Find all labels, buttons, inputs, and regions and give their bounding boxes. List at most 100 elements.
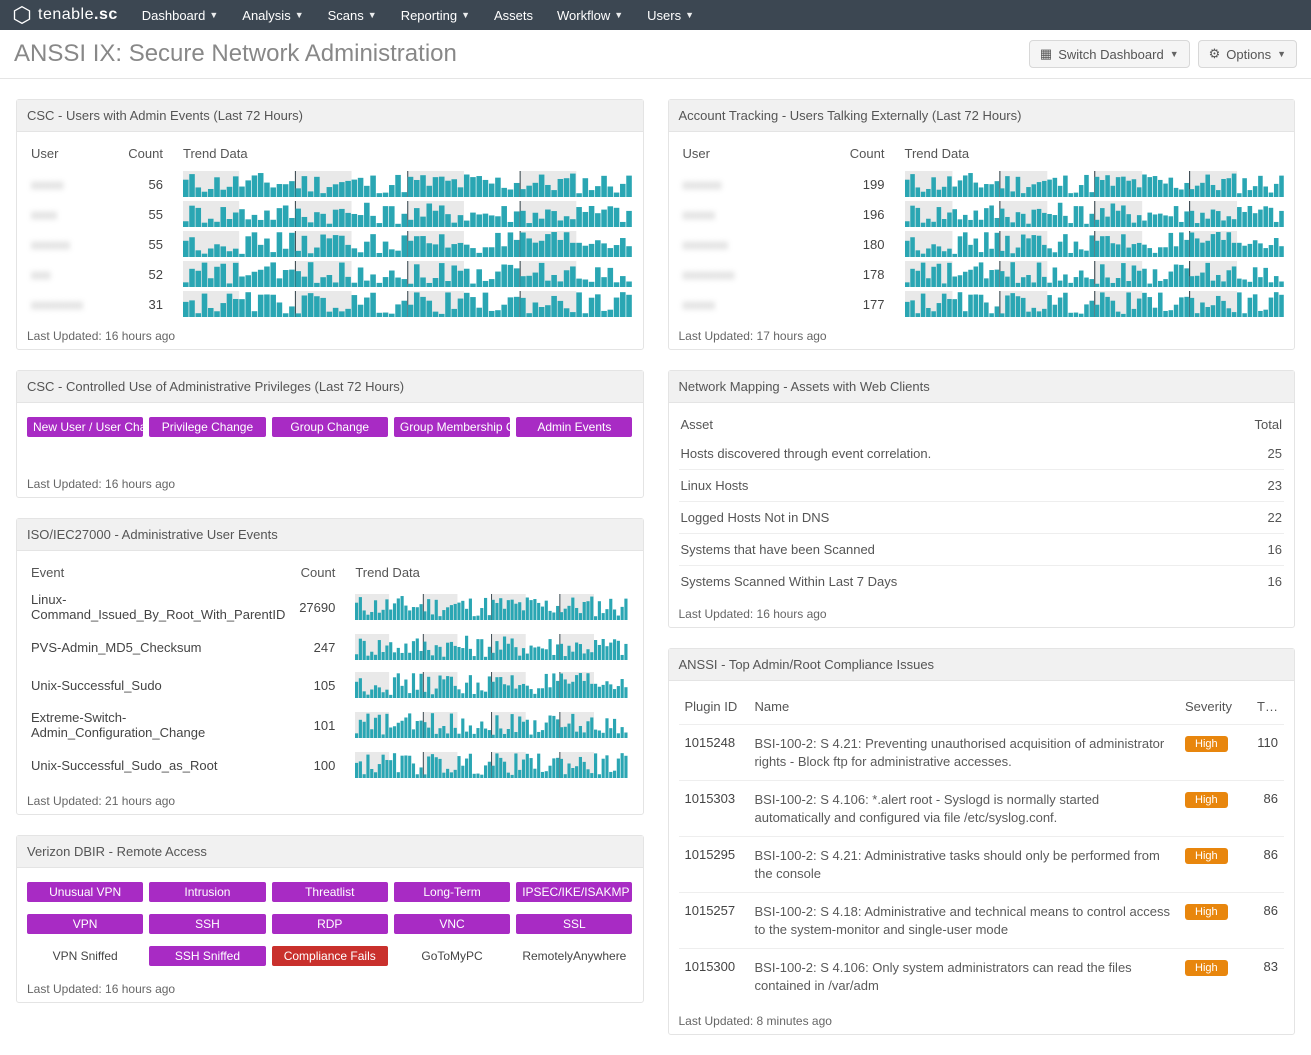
pill[interactable]: Unusual VPN [27, 882, 143, 902]
cell-trend [339, 704, 632, 746]
panel-title: Verizon DBIR - Remote Access [17, 836, 643, 868]
nav-item-scans[interactable]: Scans▼ [328, 8, 377, 23]
pill[interactable]: SSH [149, 914, 265, 934]
cell-count: 27690 [289, 586, 339, 628]
cell-plugin-id: 1015257 [679, 893, 749, 949]
cell-total: 83 [1249, 949, 1284, 1005]
panel-title: CSC - Users with Admin Events (Last 72 H… [17, 100, 643, 132]
asset-total: 25 [1268, 446, 1282, 461]
cell-name: BSI-100-2: S 4.106: *.alert root - Syslo… [749, 781, 1180, 837]
cell-label: xxxxx [27, 169, 122, 199]
last-updated: Last Updated: 16 hours ago [17, 473, 643, 497]
table-row[interactable]: xxxxxxxx31 [27, 289, 633, 319]
asset-row[interactable]: Hosts discovered through event correlati… [679, 438, 1285, 469]
options-button[interactable]: ⚙ Options ▼ [1198, 40, 1297, 68]
table-row[interactable]: xxxxx177 [679, 289, 1285, 319]
col-user: User [27, 140, 122, 169]
nav-label: Assets [494, 8, 533, 23]
cell-count: 177 [839, 289, 889, 319]
pill[interactable]: Threatlist [272, 882, 388, 902]
last-updated: Last Updated: 16 hours ago [669, 603, 1295, 627]
asset-row[interactable]: Linux Hosts 23 [679, 469, 1285, 501]
cell-trend [167, 199, 633, 229]
cell-label: xxxx [27, 199, 122, 229]
pill[interactable]: SSH Sniffed [149, 946, 265, 966]
asset-row[interactable]: Systems Scanned Within Last 7 Days16 [679, 565, 1285, 597]
cell-plugin-id: 1015295 [679, 837, 749, 893]
nav-item-assets[interactable]: Assets [494, 8, 533, 23]
chevron-down-icon: ▼ [461, 10, 470, 20]
table-row[interactable]: 1015248BSI-100-2: S 4.21: Preventing una… [679, 725, 1285, 781]
nav-item-analysis[interactable]: Analysis▼ [242, 8, 303, 23]
cell-total: 110 [1249, 725, 1284, 781]
table-row[interactable]: xxxxx56 [27, 169, 633, 199]
asset-total: 23 [1268, 478, 1282, 493]
cell-count: 101 [289, 704, 339, 746]
table-row[interactable]: xxxxx196 [679, 199, 1285, 229]
table-row[interactable]: xxxxxxx180 [679, 229, 1285, 259]
panel-title: ANSSI - Top Admin/Root Compliance Issues [669, 649, 1295, 681]
cell-count: 105 [289, 666, 339, 704]
table-row[interactable]: 1015303BSI-100-2: S 4.106: *.alert root … [679, 781, 1285, 837]
pill[interactable]: VNC [394, 914, 510, 934]
pill[interactable]: Group Membership Change [394, 417, 510, 437]
asset-row[interactable]: Logged Hosts Not in DNS22 [679, 501, 1285, 533]
pill: VPN Sniffed [27, 946, 143, 966]
pill[interactable]: VPN [27, 914, 143, 934]
table-row[interactable]: xxx52 [27, 259, 633, 289]
nav-item-dashboard[interactable]: Dashboard▼ [142, 8, 219, 23]
brand[interactable]: tenable.sc [12, 5, 118, 25]
panel-csc-controlled-use: CSC - Controlled Use of Administrative P… [16, 370, 644, 498]
cell-total: 86 [1249, 837, 1284, 893]
asset-name: Hosts discovered through event correlati… [681, 446, 932, 461]
cell-trend [167, 259, 633, 289]
table-row[interactable]: xxxx55 [27, 199, 633, 229]
severity-badge: High [1185, 792, 1228, 808]
table-row[interactable]: 1015257BSI-100-2: S 4.18: Administrative… [679, 893, 1285, 949]
col-count: Count [289, 559, 339, 586]
col-plugin-id: Plugin ID [679, 689, 749, 725]
cell-trend [889, 289, 1285, 319]
asset-name: Linux Hosts [681, 478, 749, 493]
nav-item-reporting[interactable]: Reporting▼ [401, 8, 470, 23]
pill[interactable]: Group Change [272, 417, 388, 437]
grid-icon: ▦ [1040, 46, 1052, 62]
asset-total: 22 [1268, 510, 1282, 525]
last-updated: Last Updated: 16 hours ago [17, 325, 643, 349]
table-row[interactable]: 1015295BSI-100-2: S 4.21: Administrative… [679, 837, 1285, 893]
pill[interactable]: IPSEC/IKE/ISAKMP [516, 882, 632, 902]
table-row[interactable]: xxxxxx55 [27, 229, 633, 259]
pill[interactable]: SSL [516, 914, 632, 934]
pill[interactable]: Intrusion [149, 882, 265, 902]
asset-row[interactable]: Systems that have been Scanned16 [679, 533, 1285, 565]
cell-label: xxxxxx [679, 169, 839, 199]
cell-plugin-id: 1015248 [679, 725, 749, 781]
pill[interactable]: Compliance Fails [272, 946, 388, 966]
table-row[interactable]: 1015300BSI-100-2: S 4.106: Only system a… [679, 949, 1285, 1005]
table-row[interactable]: xxxxxxxx178 [679, 259, 1285, 289]
pill[interactable]: New User / User Change [27, 417, 143, 437]
pill[interactable]: Admin Events [516, 417, 632, 437]
nav-item-users[interactable]: Users▼ [647, 8, 694, 23]
panel-title: ISO/IEC27000 - Administrative User Event… [17, 519, 643, 551]
col-event: Event [27, 559, 289, 586]
panel-title: CSC - Controlled Use of Administrative P… [17, 371, 643, 403]
nav-label: Analysis [242, 8, 290, 23]
table-row[interactable]: PVS-Admin_MD5_Checksum247 [27, 628, 633, 666]
top-nav: tenable.sc Dashboard▼Analysis▼Scans▼Repo… [0, 0, 1311, 30]
table-row[interactable]: Linux-Command_Issued_By_Root_With_Parent… [27, 586, 633, 628]
pill[interactable]: Privilege Change [149, 417, 265, 437]
table-row[interactable]: Unix-Successful_Sudo105 [27, 666, 633, 704]
switch-dashboard-button[interactable]: ▦ Switch Dashboard ▼ [1029, 40, 1190, 68]
cell-severity: High [1179, 781, 1249, 837]
pill[interactable]: Long-Term [394, 882, 510, 902]
last-updated: Last Updated: 21 hours ago [17, 790, 643, 814]
table-row[interactable]: Unix-Successful_Sudo_as_Root100 [27, 746, 633, 784]
table-row[interactable]: xxxxxx199 [679, 169, 1285, 199]
chevron-down-icon: ▼ [209, 10, 218, 20]
cell-plugin-id: 1015300 [679, 949, 749, 1005]
nav-item-workflow[interactable]: Workflow▼ [557, 8, 623, 23]
pill[interactable]: RDP [272, 914, 388, 934]
table-row[interactable]: Extreme-Switch-Admin_Configuration_Chang… [27, 704, 633, 746]
cell-label: xxxxxx [27, 229, 122, 259]
